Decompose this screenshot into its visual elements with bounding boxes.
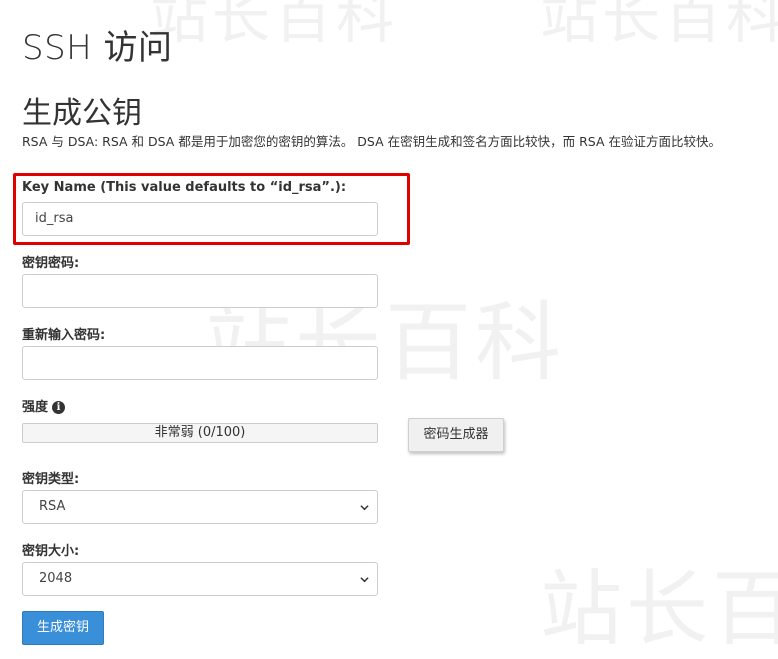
info-circle-icon[interactable]: i: [52, 401, 66, 414]
key-name-label: Key Name (This value defaults to “id_rsa…: [22, 180, 347, 195]
watermark-text: 站长百科: [150, 0, 399, 51]
key-type-label: 密钥类型:: [22, 472, 80, 487]
key-type-selected: RSA: [39, 499, 66, 514]
passphrase-confirm-input[interactable]: [22, 346, 378, 380]
password-generator-button[interactable]: 密码生成器: [408, 418, 504, 452]
strength-meter-text: 非常弱 (0/100): [154, 425, 246, 440]
algorithm-description: RSA 与 DSA: RSA 和 DSA 都是用于加密您的密钥的算法。 DSA …: [22, 134, 721, 149]
strength-meter: 非常弱 (0/100): [22, 423, 378, 443]
chevron-down-icon: [360, 505, 369, 511]
generate-key-button[interactable]: 生成密钥: [22, 611, 104, 645]
passphrase-label: 密钥密码:: [22, 256, 80, 271]
strength-label: 强度: [22, 400, 49, 415]
section-title: 生成公钥: [22, 96, 142, 131]
passphrase-input[interactable]: [22, 274, 378, 308]
watermark-text: 站长百科: [540, 0, 778, 51]
key-type-select[interactable]: RSA: [22, 490, 378, 524]
passphrase-confirm-label: 重新输入密码:: [22, 328, 106, 343]
key-size-label: 密钥大小:: [22, 544, 80, 559]
key-size-selected: 2048: [39, 571, 73, 586]
key-size-select[interactable]: 2048: [22, 562, 378, 596]
page-title: SSH 访问: [22, 28, 173, 68]
strength-label-row: 强度 i: [22, 396, 66, 415]
key-name-input[interactable]: id_rsa: [22, 202, 378, 236]
watermark-text: 站长百科: [540, 562, 778, 657]
chevron-down-icon: [360, 577, 369, 583]
